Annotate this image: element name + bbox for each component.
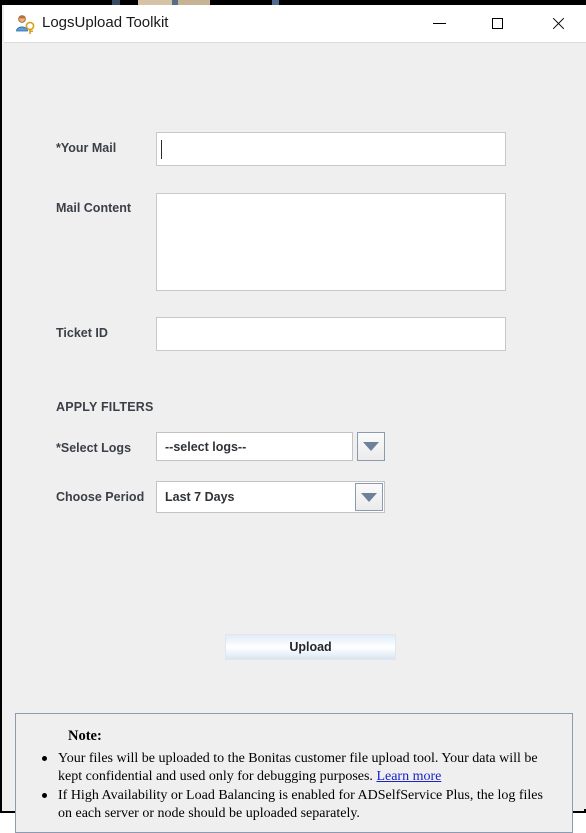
note-item-text: If High Availability or Load Balancing i… xyxy=(58,787,558,823)
close-icon xyxy=(551,17,564,30)
ticket-id-label: Ticket ID xyxy=(56,326,108,340)
select-logs-combobox[interactable]: --select logs-- xyxy=(156,432,385,461)
title-bar: LogsUpload Toolkit xyxy=(4,5,586,43)
maximize-button[interactable] xyxy=(474,5,520,42)
minimize-icon xyxy=(433,23,446,24)
bullet-icon xyxy=(42,793,47,798)
close-button[interactable] xyxy=(534,5,580,42)
minimize-button[interactable] xyxy=(416,5,462,42)
user-key-icon xyxy=(14,13,36,35)
window-title: LogsUpload Toolkit xyxy=(42,14,168,31)
upload-button[interactable]: Upload xyxy=(225,634,396,660)
application-window: LogsUpload Toolkit *Your Mail Mail Conte… xyxy=(0,0,586,813)
client-area: *Your Mail Mail Content Ticket ID APPLY … xyxy=(4,43,586,809)
learn-more-link[interactable]: Learn more xyxy=(376,769,441,784)
chevron-down-icon xyxy=(361,493,377,502)
select-logs-dropdown-button[interactable] xyxy=(357,432,385,461)
maximize-icon xyxy=(492,18,503,29)
bullet-icon xyxy=(42,756,47,761)
note-list-item: Your files will be uploaded to the Bonit… xyxy=(42,750,558,786)
note-item-text: Your files will be uploaded to the Bonit… xyxy=(58,750,558,786)
choose-period-label: Choose Period xyxy=(56,490,144,504)
note-list-item: If High Availability or Load Balancing i… xyxy=(42,787,558,823)
chevron-down-icon xyxy=(363,442,379,451)
your-mail-input[interactable] xyxy=(156,132,506,166)
note-title: Note: xyxy=(68,728,102,745)
note-item-body: Your files will be uploaded to the Bonit… xyxy=(58,751,538,784)
select-logs-value[interactable]: --select logs-- xyxy=(156,432,353,461)
choose-period-value[interactable]: Last 7 Days xyxy=(156,481,385,513)
choose-period-dropdown-button[interactable] xyxy=(355,483,383,511)
text-cursor xyxy=(161,140,162,159)
mail-content-textarea[interactable] xyxy=(156,193,506,291)
mail-content-label: Mail Content xyxy=(56,201,131,215)
apply-filters-heading: APPLY FILTERS xyxy=(56,400,154,414)
ticket-id-input[interactable] xyxy=(156,317,506,351)
select-logs-label: *Select Logs xyxy=(56,441,131,455)
choose-period-combobox[interactable]: Last 7 Days xyxy=(156,481,385,513)
your-mail-label: *Your Mail xyxy=(56,141,116,155)
note-panel: Note: Your files will be uploaded to the… xyxy=(15,713,573,833)
